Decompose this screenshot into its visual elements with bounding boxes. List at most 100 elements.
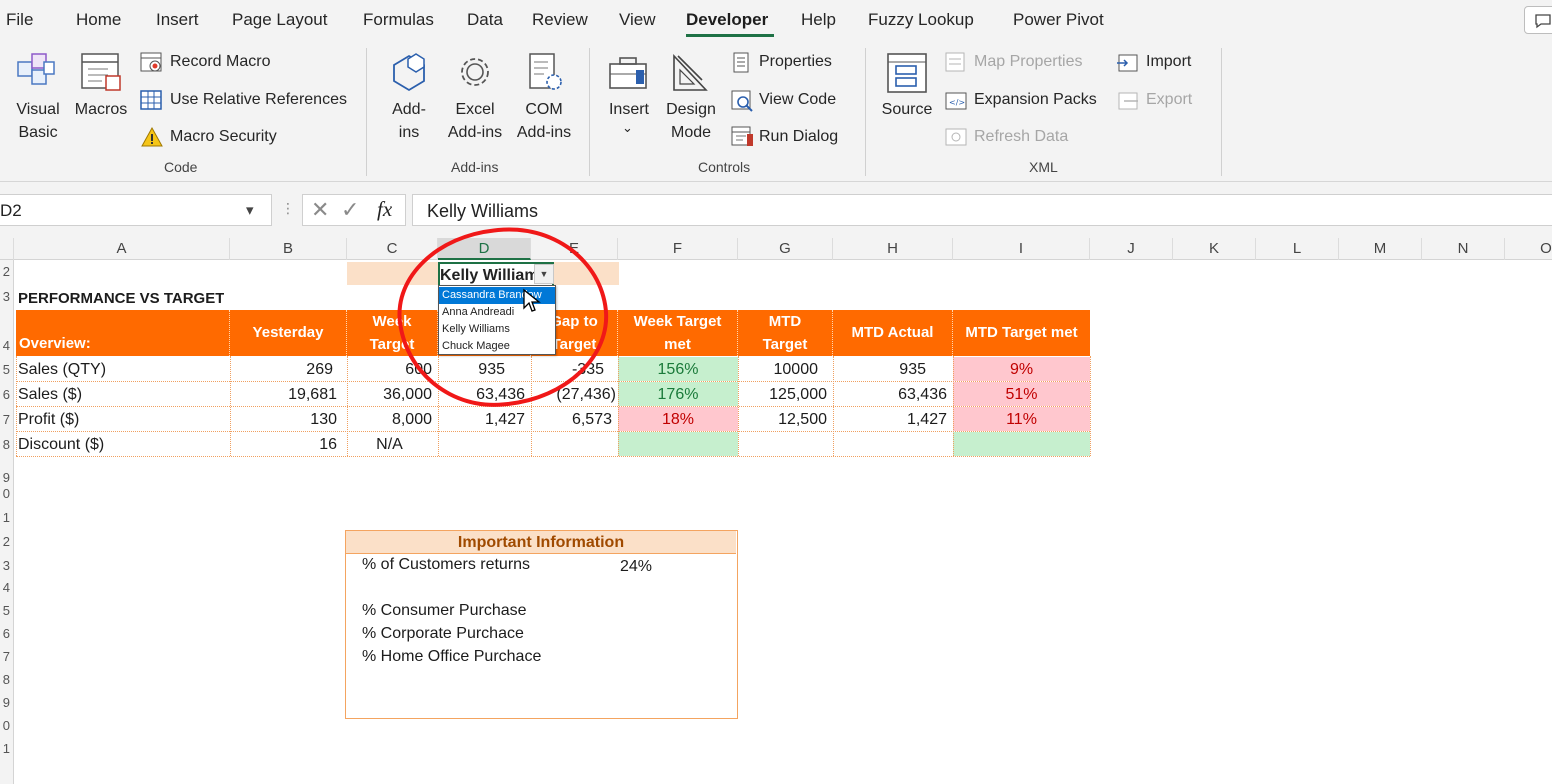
cell-mtd-target[interactable]: 10000: [738, 357, 833, 382]
column-header-m[interactable]: M: [1339, 238, 1422, 260]
cell-mtd-target[interactable]: 12,500: [738, 407, 833, 432]
column-header-h[interactable]: H: [833, 238, 953, 260]
table-gridline: [1090, 356, 1091, 456]
worksheet[interactable]: PERFORMANCE VS TARGET Overview: Yesterda…: [14, 217, 1552, 784]
formula-buttons: ✕ ✓ fx: [302, 194, 406, 226]
row-header[interactable]: 5: [3, 362, 10, 377]
returns-value[interactable]: 24%: [620, 558, 652, 576]
macro-security-label: Macro Security: [170, 128, 277, 145]
cell-yesterday[interactable]: 130: [230, 407, 343, 432]
row-header[interactable]: 2: [3, 534, 10, 549]
run-dialog-icon: [731, 126, 753, 146]
tab-fuzzy-lookup[interactable]: Fuzzy Lookup: [868, 10, 974, 30]
header-week-target-met: Week Target met: [618, 310, 738, 356]
column-header-o[interactable]: O: [1505, 238, 1552, 260]
cell-week-met[interactable]: 156%: [618, 357, 738, 382]
tab-view[interactable]: View: [619, 10, 656, 30]
header-week-target-met-1: Week Target: [633, 313, 722, 330]
tab-review[interactable]: Review: [532, 10, 588, 30]
tab-data[interactable]: Data: [467, 10, 503, 30]
consumer-purchase-label[interactable]: % Consumer Purchase: [362, 602, 527, 620]
column-header-i[interactable]: I: [953, 238, 1090, 260]
tab-power-pivot[interactable]: Power Pivot: [1013, 10, 1104, 30]
row-label[interactable]: Sales (QTY): [18, 357, 228, 382]
row-header[interactable]: 4: [3, 580, 10, 595]
row-header[interactable]: 1: [3, 510, 10, 525]
cell-mtd-met[interactable]: 9%: [953, 357, 1090, 382]
cell-week-target[interactable]: 8,000: [347, 407, 438, 432]
column-header-f[interactable]: F: [618, 238, 738, 260]
column-header-n[interactable]: N: [1422, 238, 1505, 260]
cell-gap[interactable]: 6,573: [531, 407, 618, 432]
row-header[interactable]: 1: [3, 741, 10, 756]
returns-label[interactable]: % of Customers returns: [362, 556, 530, 574]
row-header[interactable]: 4: [3, 338, 10, 353]
cell-yesterday[interactable]: 16: [230, 432, 343, 457]
name-box[interactable]: D2 ▾: [0, 194, 272, 226]
row-header[interactable]: 0: [3, 486, 10, 501]
select-all-corner[interactable]: [0, 238, 14, 260]
tab-help[interactable]: Help: [801, 10, 836, 30]
cell-yesterday[interactable]: 269: [230, 357, 333, 382]
row-header[interactable]: 5: [3, 603, 10, 618]
cell-week-target[interactable]: 36,000: [347, 382, 438, 407]
row-header[interactable]: 6: [3, 626, 10, 641]
corporate-purchase-label[interactable]: % Corporate Purchace: [362, 625, 524, 643]
column-headers: A B C D E F G H I J K L M N O: [0, 238, 1552, 260]
column-header-g[interactable]: G: [738, 238, 833, 260]
group-divider: [366, 48, 367, 176]
formula-bar-grip[interactable]: ⋮: [281, 200, 295, 217]
checkmark-icon[interactable]: ✓: [341, 197, 359, 223]
com-add-ins-label-1: COM: [525, 101, 563, 118]
row-label[interactable]: Discount ($): [18, 432, 228, 457]
cancel-icon[interactable]: ✕: [311, 197, 329, 223]
row-header[interactable]: 0: [3, 718, 10, 733]
cell-yesterday[interactable]: 19,681: [230, 382, 343, 407]
row-header[interactable]: 9: [3, 695, 10, 710]
cell-actual[interactable]: 1,427: [438, 407, 531, 432]
import-label: Import: [1146, 53, 1192, 70]
row-label[interactable]: Profit ($): [18, 407, 228, 432]
refresh-data-label: Refresh Data: [974, 128, 1069, 145]
tab-page-layout[interactable]: Page Layout: [232, 10, 327, 30]
row-header[interactable]: 8: [3, 437, 10, 452]
cell-mtd-actual[interactable]: 1,427: [833, 407, 953, 432]
cell-week-met[interactable]: 18%: [618, 407, 738, 432]
row-label[interactable]: Sales ($): [18, 382, 228, 407]
column-header-b[interactable]: B: [230, 238, 347, 260]
xml-source-icon: [887, 53, 927, 93]
table-gridline: [16, 356, 17, 456]
tab-developer[interactable]: Developer: [686, 10, 768, 30]
cell-mtd-actual[interactable]: 935: [833, 357, 953, 382]
tab-formulas[interactable]: Formulas: [363, 10, 434, 30]
column-header-j[interactable]: J: [1090, 238, 1173, 260]
column-header-a[interactable]: A: [14, 238, 230, 260]
row-header[interactable]: 7: [3, 412, 10, 427]
row-header[interactable]: 6: [3, 387, 10, 402]
tab-insert[interactable]: Insert: [156, 10, 199, 30]
tab-home[interactable]: Home: [76, 10, 121, 30]
row-header[interactable]: 7: [3, 649, 10, 664]
column-header-k[interactable]: K: [1173, 238, 1256, 260]
column-header-l[interactable]: L: [1256, 238, 1339, 260]
row-header[interactable]: 9: [3, 470, 10, 485]
insert-function-button[interactable]: fx: [377, 197, 392, 222]
comments-button[interactable]: [1524, 6, 1552, 34]
cell-mtd-target[interactable]: 125,000: [738, 382, 833, 407]
row-header[interactable]: 8: [3, 672, 10, 687]
home-office-purchase-label[interactable]: % Home Office Purchace: [362, 648, 541, 666]
insert-control-label: Insert: [608, 101, 649, 118]
cell-week-met[interactable]: 176%: [618, 382, 738, 407]
chevron-down-icon[interactable]: ▾: [246, 201, 254, 219]
view-code-label: View Code: [759, 91, 837, 108]
cell-mtd-actual[interactable]: 63,436: [833, 382, 953, 407]
row-header[interactable]: 2: [3, 264, 10, 279]
ribbon-tab-bar: File Home Insert Page Layout Formulas Da…: [0, 0, 1552, 40]
row-header[interactable]: 3: [3, 289, 10, 304]
cell-week-target[interactable]: N/A: [347, 432, 438, 457]
tab-file[interactable]: File: [6, 10, 33, 30]
formula-input[interactable]: Kelly Williams: [412, 194, 1552, 226]
cell-mtd-met[interactable]: 11%: [953, 407, 1090, 432]
row-header[interactable]: 3: [3, 558, 10, 573]
cell-mtd-met[interactable]: 51%: [953, 382, 1090, 407]
